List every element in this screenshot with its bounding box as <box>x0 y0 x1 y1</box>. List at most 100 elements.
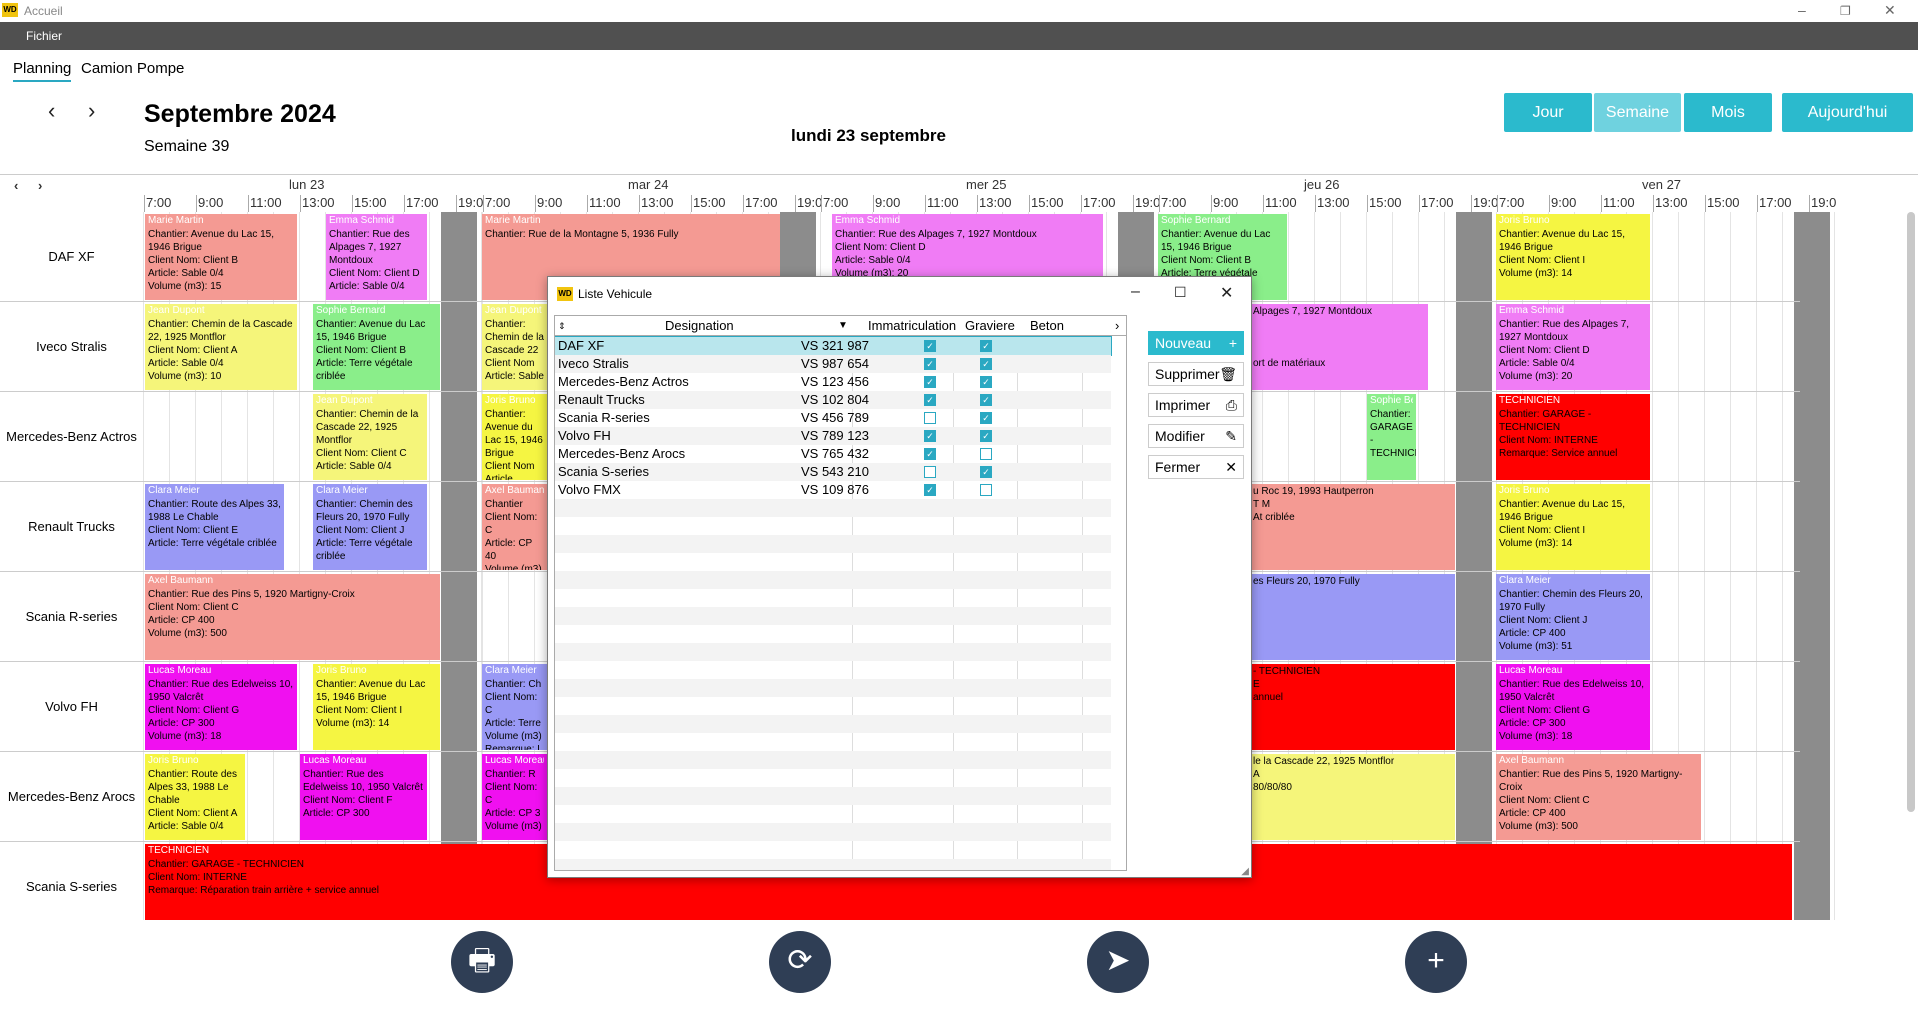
planning-event[interactable]: Jean Dupont Chantier: Chemin de la Cascad… <box>313 394 427 480</box>
planning-event[interactable]: Marie Martin Chantier: Avenue du Lac 15, … <box>145 214 297 300</box>
delete-button[interactable]: Supprimer 🗑 <box>1148 362 1244 386</box>
planning-event[interactable]: Clara Meier Chantier: Route des Alpes 33,… <box>145 484 284 570</box>
close-icon[interactable]: ✕ <box>1884 2 1896 19</box>
planning-event[interactable]: Clara Meier Chantier: Chemin des Fleurs 2… <box>1496 574 1650 660</box>
planning-event[interactable]: Lucas Moreau Chantier: Rue des Edelweiss … <box>300 754 427 840</box>
table-row[interactable] <box>555 679 1111 697</box>
table-row[interactable] <box>555 769 1111 787</box>
table-row[interactable] <box>555 499 1111 517</box>
planning-event[interactable]: Axel Baumann Chantier: Rue des Pins 5, 19… <box>1496 754 1701 840</box>
table-row[interactable]: Volvo FMX VS 109 876 ✓ <box>555 481 1111 499</box>
beton-checkbox[interactable] <box>980 448 992 460</box>
print-button[interactable]: Imprimer ⎙ <box>1148 393 1244 417</box>
table-row[interactable] <box>555 607 1111 625</box>
table-row[interactable] <box>555 841 1111 859</box>
scroll-columns-icon[interactable]: › <box>1115 318 1119 333</box>
view-week-button[interactable]: Semaine <box>1594 93 1681 132</box>
edit-button[interactable]: Modifier ✎ <box>1148 424 1244 448</box>
table-row[interactable]: Scania S-series VS 543 210 ✓ <box>555 463 1111 481</box>
beton-checkbox[interactable]: ✓ <box>980 394 992 406</box>
scroll-right-icon[interactable]: › <box>38 178 42 193</box>
planning-event[interactable]: Sophie Bernard Chantier: GARAGE - TECHNIC… <box>1367 394 1416 480</box>
table-row[interactable]: Mercedes-Benz Actros VS 123 456 ✓ ✓ <box>555 373 1111 391</box>
beton-checkbox[interactable]: ✓ <box>980 340 992 352</box>
tab-planning[interactable]: Planning <box>13 60 72 82</box>
view-month-button[interactable]: Mois <box>1684 93 1772 132</box>
beton-checkbox[interactable]: ✓ <box>980 430 992 442</box>
add-icon[interactable]: + <box>1405 931 1467 993</box>
planning-event[interactable]: le la Cascade 22, 1925 Montflor A 80/80/… <box>1250 754 1455 840</box>
cursor-icon[interactable]: ➤ <box>1087 931 1149 993</box>
planning-event[interactable]: Joris Bruno Chantier: Avenue du Lac 15, 1… <box>1496 484 1650 570</box>
prev-month-button[interactable]: ‹ <box>48 98 55 124</box>
table-row[interactable] <box>555 733 1111 751</box>
table-row[interactable] <box>555 787 1111 805</box>
planning-event[interactable]: Emma Schmid Chantier: Rue des Alpages 7, … <box>1496 304 1650 390</box>
table-row[interactable]: Renault Trucks VS 102 804 ✓ ✓ <box>555 391 1111 409</box>
scroll-left-icon[interactable]: ‹ <box>14 178 18 193</box>
table-row[interactable] <box>555 697 1111 715</box>
vertical-scrollbar[interactable] <box>1904 212 1918 920</box>
table-row[interactable] <box>555 859 1111 870</box>
col-beton[interactable]: Beton <box>1030 318 1064 333</box>
planning-event[interactable]: Joris Bruno Chantier: Avenue du Lac 15, 1… <box>1496 214 1650 300</box>
planning-event[interactable]: Jean Dupont Chantier: Chemin de la Cascad… <box>145 304 297 390</box>
planning-event[interactable]: Clara Meier Chantier: Ch Client Nom: C Ar… <box>482 664 547 750</box>
planning-event[interactable]: Joris Bruno Chantier: Route des Alpes 33,… <box>145 754 245 840</box>
table-row[interactable]: Iveco Stralis VS 987 654 ✓ ✓ <box>555 355 1111 373</box>
graviere-checkbox[interactable] <box>924 466 936 478</box>
table-row[interactable]: Volvo FH VS 789 123 ✓ ✓ <box>555 427 1111 445</box>
table-row[interactable] <box>555 535 1111 553</box>
dialog-minimize-icon[interactable]: – <box>1131 283 1140 301</box>
close-button[interactable]: Fermer ✕ <box>1148 455 1244 479</box>
table-row[interactable] <box>555 661 1111 679</box>
tab-camion-pompe[interactable]: Camion Pompe <box>81 60 184 77</box>
col-designation[interactable]: Designation <box>665 318 734 333</box>
table-row[interactable] <box>555 751 1111 769</box>
table-row[interactable]: Mercedes-Benz Arocs VS 765 432 ✓ <box>555 445 1111 463</box>
planning-event[interactable]: Alpages 7, 1927 Montdoux ort de matériau… <box>1250 304 1428 390</box>
minimize-icon[interactable]: – <box>1798 2 1806 18</box>
planning-event[interactable]: Emma Schmid Chantier: Rue des Alpages 7, … <box>326 214 427 300</box>
refresh-icon[interactable]: ⟳ <box>769 931 831 993</box>
col-immatriculation[interactable]: Immatriculation <box>868 318 956 333</box>
graviere-checkbox[interactable]: ✓ <box>924 358 936 370</box>
print-icon[interactable]: 🖶 <box>451 931 513 993</box>
table-row[interactable]: Scania R-series VS 456 789 ✓ <box>555 409 1111 427</box>
beton-checkbox[interactable]: ✓ <box>980 412 992 424</box>
table-row[interactable] <box>555 625 1111 643</box>
planning-event[interactable]: TECHNICIEN Chantier: GARAGE - TECHNICIEN … <box>1496 394 1650 480</box>
view-day-button[interactable]: Jour <box>1504 93 1592 132</box>
table-row[interactable] <box>555 571 1111 589</box>
planning-event[interactable]: Lucas Moreau Chantier: Rue des Edelweiss … <box>145 664 297 750</box>
dialog-close-icon[interactable]: ✕ <box>1220 283 1233 303</box>
sort-icon[interactable]: ⇕ <box>558 321 566 332</box>
table-row[interactable] <box>555 643 1111 661</box>
beton-checkbox[interactable]: ✓ <box>980 358 992 370</box>
planning-event[interactable]: Sophie Bernard Chantier: Avenue du Lac 15… <box>313 304 440 390</box>
graviere-checkbox[interactable]: ✓ <box>924 430 936 442</box>
graviere-checkbox[interactable] <box>924 412 936 424</box>
planning-event[interactable]: Lucas Moreau Chantier: Rue des Edelweiss … <box>1496 664 1650 750</box>
planning-event[interactable]: es Fleurs 20, 1970 Fully <box>1250 574 1455 660</box>
table-row[interactable] <box>555 589 1111 607</box>
table-row[interactable] <box>555 805 1111 823</box>
planning-event[interactable]: Axel Baumann Chantier Client Nom: C Artic… <box>482 484 547 570</box>
next-month-button[interactable]: › <box>88 98 95 124</box>
table-row[interactable] <box>555 517 1111 535</box>
graviere-checkbox[interactable]: ✓ <box>924 448 936 460</box>
planning-event[interactable]: - TECHNICIEN E annuel <box>1250 664 1455 750</box>
table-row[interactable] <box>555 553 1111 571</box>
beton-checkbox[interactable]: ✓ <box>980 466 992 478</box>
planning-event[interactable]: Joris Bruno Chantier: Avenue du Lac 15, 1… <box>482 394 547 480</box>
menu-file[interactable]: Fichier <box>26 29 62 43</box>
planning-event[interactable]: Lucas Moreau Chantier: R Client Nom: C Ar… <box>482 754 547 840</box>
col-graviere[interactable]: Graviere <box>965 318 1015 333</box>
table-row[interactable] <box>555 823 1111 841</box>
planning-event[interactable]: Clara Meier Chantier: Chemin des Fleurs 2… <box>313 484 427 570</box>
table-row[interactable] <box>555 715 1111 733</box>
new-button[interactable]: Nouveau + <box>1148 331 1244 355</box>
graviere-checkbox[interactable]: ✓ <box>924 484 936 496</box>
today-button[interactable]: Aujourd'hui <box>1782 93 1913 132</box>
planning-event[interactable]: Joris Bruno Chantier: Avenue du Lac 15, 1… <box>313 664 440 750</box>
